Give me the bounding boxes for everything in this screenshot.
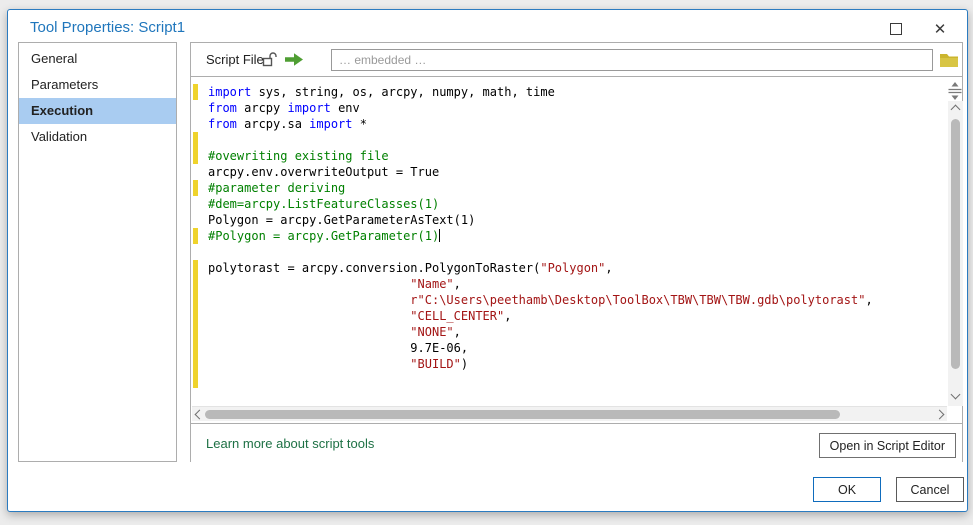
sidebar-item-execution[interactable]: Execution (19, 98, 176, 124)
execution-pane: Script File import sys, string, (190, 42, 963, 463)
script-file-label: Script File (206, 52, 264, 67)
split-editor-handle[interactable] (947, 81, 963, 101)
code-line[interactable]: #Polygon = arcpy.GetParameter(1) (192, 228, 948, 244)
maximize-button[interactable] (881, 18, 911, 40)
horizontal-scrollbar-thumb[interactable] (205, 410, 840, 419)
sidebar-item-validation[interactable]: Validation (19, 124, 176, 150)
vertical-scrollbar[interactable] (948, 101, 963, 406)
code-editor[interactable]: import sys, string, os, arcpy, numpy, ma… (192, 78, 948, 406)
dialog-title: Tool Properties: Script1 (30, 19, 186, 36)
changed-line-marker (193, 228, 198, 244)
scroll-down-icon[interactable] (950, 389, 961, 400)
maximize-icon (890, 23, 902, 35)
horizontal-scrollbar[interactable] (192, 406, 947, 421)
code-line[interactable]: import sys, string, os, arcpy, numpy, ma… (192, 84, 948, 100)
code-line[interactable]: from arcpy import env (192, 100, 948, 116)
sidebar-list: General Parameters Execution Validation (18, 42, 177, 462)
code-line[interactable]: from arcpy.sa import * (192, 116, 948, 132)
code-line[interactable]: "CELL_CENTER", (192, 308, 948, 324)
code-line[interactable]: #ovewriting existing file (192, 148, 948, 164)
browse-folder-icon[interactable] (939, 51, 959, 69)
code-line[interactable]: 9.7E-06, (192, 340, 948, 356)
changed-line-marker (193, 148, 198, 164)
code-line[interactable]: #dem=arcpy.ListFeatureClasses(1) (192, 196, 948, 212)
code-line[interactable]: Polygon = arcpy.GetParameterAsText(1) (192, 212, 948, 228)
code-line[interactable] (192, 132, 948, 148)
tool-properties-dialog: Tool Properties: Script1 ✕ General Parame… (7, 9, 968, 512)
code-line[interactable]: polytorast = arcpy.conversion.PolygonToR… (192, 260, 948, 276)
scroll-right-icon[interactable] (934, 409, 945, 420)
code-line[interactable] (192, 388, 948, 404)
sidebar-item-general[interactable]: General (19, 46, 176, 72)
code-line[interactable]: "Name", (192, 276, 948, 292)
code-line[interactable] (192, 372, 948, 388)
changed-line-marker (193, 292, 198, 308)
unlock-icon[interactable] (261, 51, 278, 73)
changed-line-marker (193, 84, 198, 100)
ok-button[interactable]: OK (813, 477, 881, 502)
code-line[interactable]: arcpy.env.overwriteOutput = True (192, 164, 948, 180)
changed-line-marker (193, 356, 198, 372)
changed-line-marker (193, 180, 198, 196)
scroll-left-icon[interactable] (194, 409, 205, 420)
scroll-up-icon[interactable] (950, 104, 961, 115)
changed-line-marker (193, 340, 198, 356)
code-line[interactable] (192, 244, 948, 260)
code-line[interactable]: "NONE", (192, 324, 948, 340)
export-arrow-icon[interactable] (284, 52, 305, 72)
text-caret (439, 229, 441, 242)
sidebar-item-parameters[interactable]: Parameters (19, 72, 176, 98)
open-in-script-editor-button[interactable]: Open in Script Editor (818, 433, 956, 458)
cancel-button[interactable]: Cancel (896, 477, 964, 502)
code-line[interactable]: #parameter deriving (192, 180, 948, 196)
changed-line-marker (193, 372, 198, 388)
code-line[interactable]: "BUILD") (192, 356, 948, 372)
close-button[interactable]: ✕ (925, 18, 955, 40)
editor-footer: Learn more about script tools Open in Sc… (191, 423, 962, 463)
changed-line-marker (193, 308, 198, 324)
changed-line-marker (193, 276, 198, 292)
vertical-scrollbar-thumb[interactable] (951, 119, 960, 369)
changed-line-marker (193, 132, 198, 148)
script-file-input[interactable] (331, 49, 933, 71)
learn-more-link[interactable]: Learn more about script tools (206, 436, 374, 451)
script-file-row: Script File (191, 43, 962, 77)
code-line[interactable]: r"C:\Users\peethamb\Desktop\ToolBox\TBW\… (192, 292, 948, 308)
changed-line-marker (193, 324, 198, 340)
changed-line-marker (193, 260, 198, 276)
